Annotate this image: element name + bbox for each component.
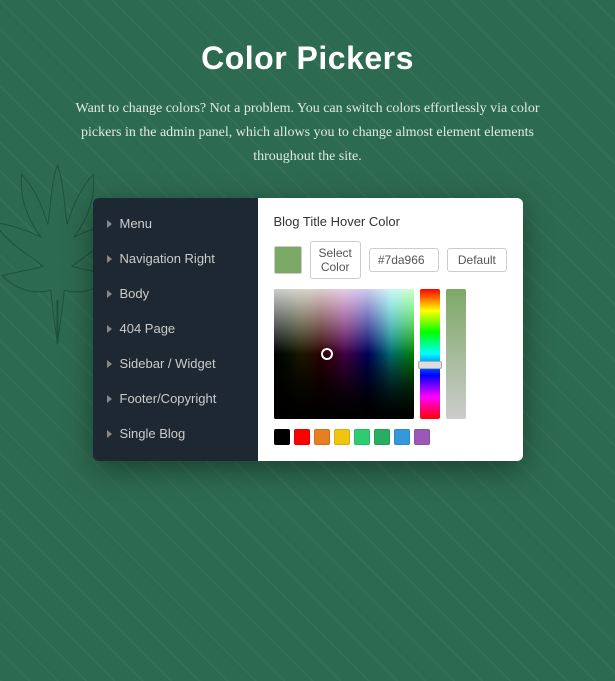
color-input-row: Select Color Default — [274, 241, 507, 279]
swatch-blue[interactable] — [394, 429, 410, 445]
color-picker-title: Blog Title Hover Color — [274, 214, 507, 229]
gradient-picker[interactable] — [274, 289, 414, 419]
swatch-orange[interactable] — [314, 429, 330, 445]
swatch-light-green[interactable] — [354, 429, 370, 445]
default-button[interactable]: Default — [447, 248, 507, 272]
swatch-green[interactable] — [374, 429, 390, 445]
sidebar-item-label: Navigation Right — [120, 251, 215, 266]
hex-input[interactable] — [369, 248, 439, 272]
color-picker-panel: Blog Title Hover Color Select Color Defa… — [258, 198, 523, 461]
page-title: Color Pickers — [201, 40, 414, 77]
chevron-right-icon — [107, 255, 112, 263]
hue-handle[interactable] — [418, 361, 442, 369]
sidebar-item-footer-copyright[interactable]: Footer/Copyright — [93, 381, 258, 416]
sidebar: Menu Navigation Right Body 404 Page Side… — [93, 198, 258, 461]
page-description: Want to change colors? Not a problem. Yo… — [68, 97, 548, 168]
swatch-red[interactable] — [294, 429, 310, 445]
hue-slider[interactable] — [420, 289, 440, 419]
sidebar-item-label: Body — [120, 286, 150, 301]
sidebar-item-label: Menu — [120, 216, 153, 231]
sidebar-item-label: Footer/Copyright — [120, 391, 217, 406]
sidebar-item-menu[interactable]: Menu — [93, 206, 258, 241]
swatch-black[interactable] — [274, 429, 290, 445]
chevron-right-icon — [107, 220, 112, 228]
admin-panel: Menu Navigation Right Body 404 Page Side… — [93, 198, 523, 461]
picker-cursor — [321, 348, 333, 360]
chevron-right-icon — [107, 325, 112, 333]
picker-area — [274, 289, 507, 419]
chevron-right-icon — [107, 290, 112, 298]
chevron-right-icon — [107, 430, 112, 438]
sidebar-item-navigation-right[interactable]: Navigation Right — [93, 241, 258, 276]
sidebar-item-body[interactable]: Body — [93, 276, 258, 311]
sidebar-item-label: Single Blog — [120, 426, 186, 441]
alpha-track — [446, 289, 466, 419]
page-content: Color Pickers Want to change colors? Not… — [0, 0, 615, 481]
sidebar-item-label: 404 Page — [120, 321, 176, 336]
color-swatch-preview[interactable] — [274, 246, 302, 274]
sidebar-item-404[interactable]: 404 Page — [93, 311, 258, 346]
gradient-black-overlay — [274, 289, 414, 419]
alpha-slider[interactable] — [446, 289, 466, 419]
swatch-purple[interactable] — [414, 429, 430, 445]
sidebar-item-label: Sidebar / Widget — [120, 356, 216, 371]
color-swatches — [274, 429, 507, 445]
chevron-right-icon — [107, 360, 112, 368]
hue-track — [420, 289, 440, 419]
sidebar-item-sidebar-widget[interactable]: Sidebar / Widget — [93, 346, 258, 381]
sidebar-item-single-blog[interactable]: Single Blog — [93, 416, 258, 451]
swatch-yellow[interactable] — [334, 429, 350, 445]
select-color-button[interactable]: Select Color — [310, 241, 361, 279]
chevron-right-icon — [107, 395, 112, 403]
